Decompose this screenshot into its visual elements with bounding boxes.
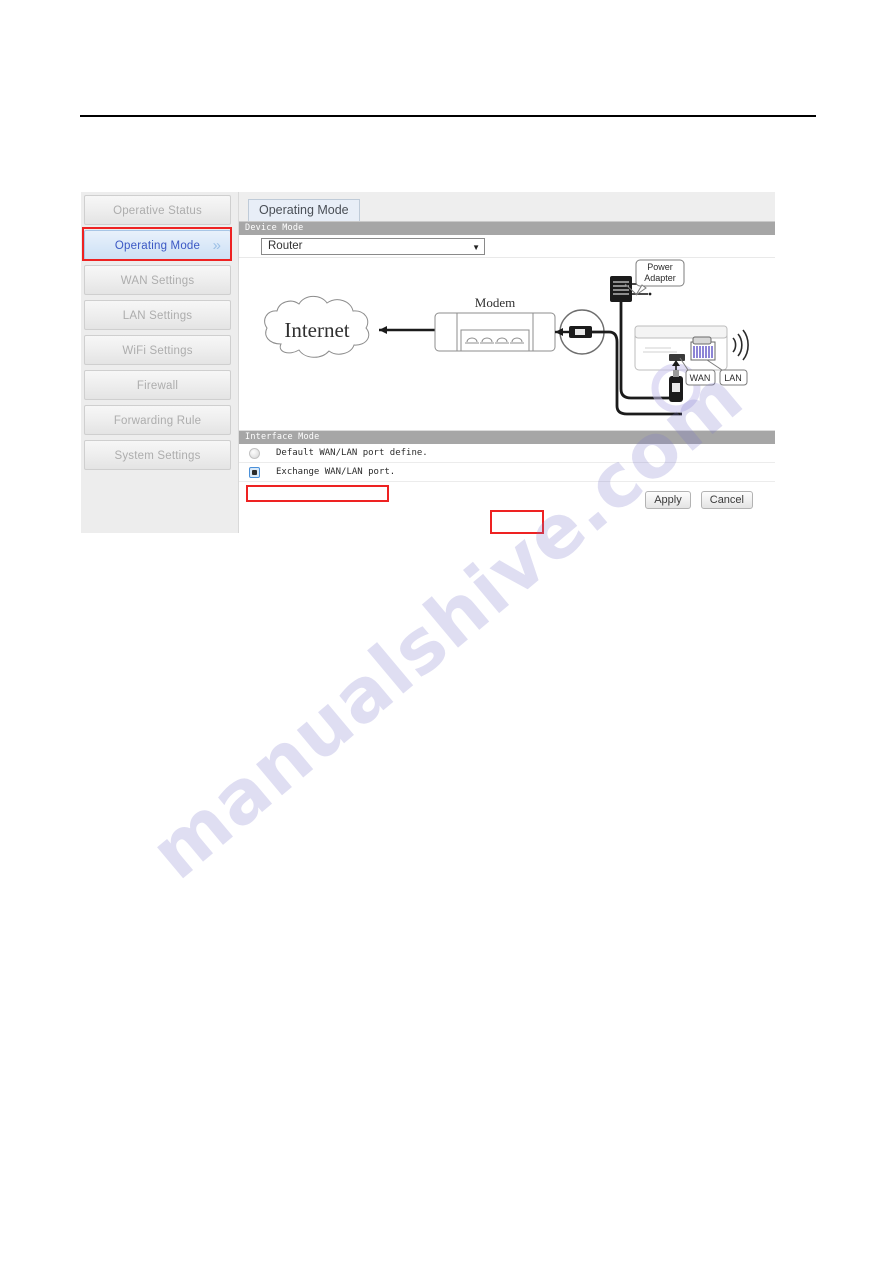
router-admin-screenshot: Operative Status Operating Mode » WAN Se… — [81, 192, 775, 534]
radio-exchange-wan-lan[interactable] — [249, 466, 260, 478]
chevron-double-right-icon: » — [212, 237, 222, 254]
sidebar-item-operating-mode[interactable]: Operating Mode » — [84, 230, 231, 260]
chevron-down-icon: ▼ — [472, 243, 480, 252]
radio-default-wan-lan[interactable] — [249, 447, 260, 459]
sidebar: Operative Status Operating Mode » WAN Se… — [81, 192, 239, 533]
interface-mode-option-default[interactable]: Default WAN/LAN port define. — [239, 444, 775, 463]
network-topology-diagram: Internet Modem Power Adapter WAN LAN — [239, 258, 775, 431]
sidebar-item-label: WAN Settings — [120, 275, 195, 287]
content-panel: Operating Mode Device Mode Router ▼ Inte… — [239, 192, 775, 533]
sidebar-item-label: LAN Settings — [122, 310, 193, 322]
tab-strip: Operating Mode — [239, 192, 775, 222]
sidebar-item-label: Firewall — [136, 380, 179, 392]
interface-mode-option-label: Exchange WAN/LAN port. — [276, 467, 396, 477]
diagram-modem-label: Modem — [475, 295, 515, 310]
sidebar-item-wan-settings[interactable]: WAN Settings — [84, 265, 231, 295]
sidebar-item-firewall[interactable]: Firewall — [84, 370, 231, 400]
sidebar-item-wifi-settings[interactable]: WiFi Settings — [84, 335, 231, 365]
section-header-interface-mode: Interface Mode — [239, 431, 775, 444]
device-mode-row: Router ▼ — [239, 235, 775, 258]
sidebar-item-label: Operating Mode — [114, 240, 201, 252]
interface-mode-option-exchange[interactable]: Exchange WAN/LAN port. — [239, 463, 775, 482]
sidebar-item-operative-status[interactable]: Operative Status — [84, 195, 231, 225]
sidebar-item-label: WiFi Settings — [122, 345, 193, 357]
sidebar-item-lan-settings[interactable]: LAN Settings — [84, 300, 231, 330]
device-mode-select[interactable]: Router ▼ — [261, 238, 485, 255]
sidebar-nav: Operative Status Operating Mode » WAN Se… — [81, 192, 238, 470]
sidebar-item-label: System Settings — [114, 450, 201, 462]
sidebar-item-system-settings[interactable]: System Settings — [84, 440, 231, 470]
section-header-device-mode: Device Mode — [239, 222, 775, 235]
diagram-wan-label: WAN — [690, 373, 711, 383]
diagram-lan-label: LAN — [724, 373, 742, 383]
page-header-rule — [80, 115, 816, 117]
device-mode-selected-value: Router — [268, 240, 303, 252]
interface-mode-option-label: Default WAN/LAN port define. — [276, 448, 428, 458]
sidebar-item-label: Forwarding Rule — [113, 415, 202, 427]
cancel-button[interactable]: Cancel — [700, 491, 753, 509]
tab-operating-mode[interactable]: Operating Mode — [248, 199, 360, 221]
diagram-power-adapter-label-line2: Adapter — [644, 273, 676, 283]
sidebar-item-forwarding-rule[interactable]: Forwarding Rule — [84, 405, 231, 435]
action-bar: Apply Cancel — [239, 482, 775, 518]
diagram-internet-label: Internet — [284, 318, 349, 342]
sidebar-item-label: Operative Status — [113, 205, 202, 217]
diagram-power-adapter-label-line1: Power — [647, 262, 673, 272]
apply-button[interactable]: Apply — [645, 491, 691, 509]
